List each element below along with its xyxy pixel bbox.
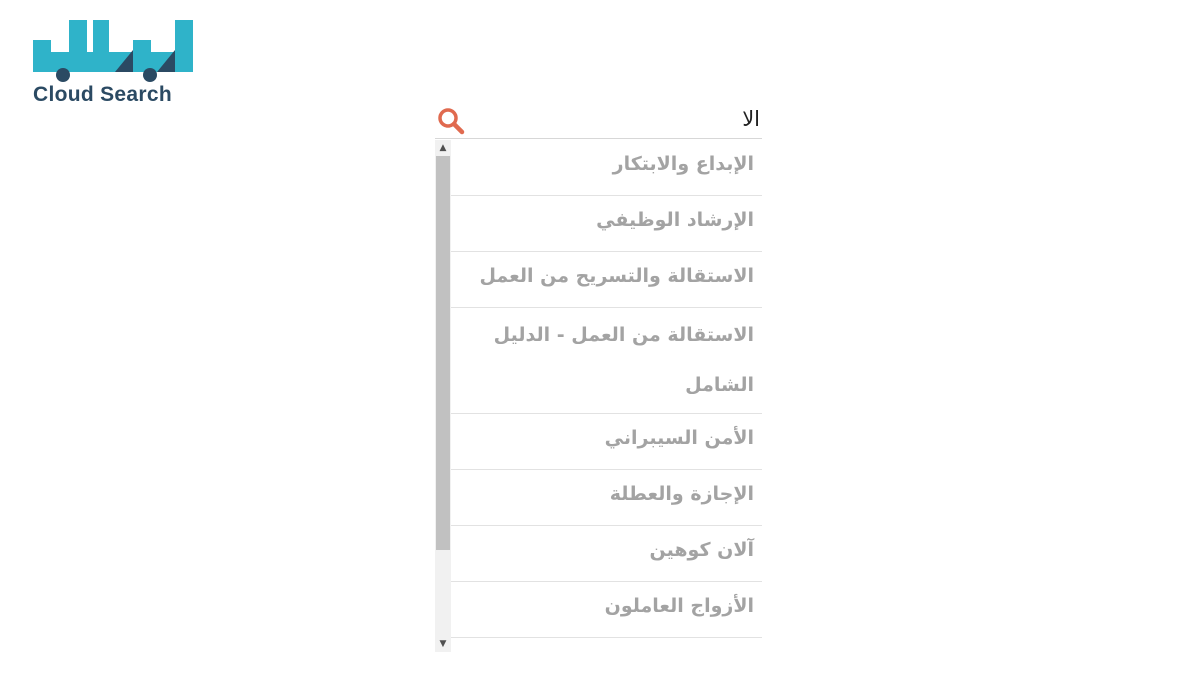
suggestion-item[interactable]: الأمن السيبراني — [451, 414, 762, 470]
suggestion-item[interactable]: آلان كوهين — [451, 526, 762, 582]
suggestion-item[interactable]: الاستقالة من العمل - الدليل الشامل — [451, 308, 762, 414]
search-icon[interactable] — [437, 107, 465, 135]
scroll-down-arrow-icon[interactable]: ▼ — [435, 636, 451, 652]
suggestion-item[interactable]: الأزواج العاملون — [451, 582, 762, 638]
brand-logo[interactable]: Cloud Search — [33, 20, 193, 110]
search-bar — [435, 100, 762, 139]
logo-text: Cloud Search — [33, 83, 172, 106]
autocomplete-dropdown: ▲ ▼ الإبداع والابتكار الإرشاد الوظيفي ال… — [435, 140, 762, 652]
suggestion-list: الإبداع والابتكار الإرشاد الوظيفي الاستق… — [451, 140, 762, 652]
scrollbar[interactable]: ▲ ▼ — [435, 140, 451, 652]
search-input[interactable] — [480, 103, 762, 135]
scroll-up-arrow-icon[interactable]: ▲ — [435, 140, 451, 156]
scroll-thumb[interactable] — [436, 156, 450, 550]
suggestion-item[interactable]: الإرشاد الوظيفي — [451, 196, 762, 252]
suggestion-item[interactable]: الإجازة والعطلة — [451, 470, 762, 526]
suggestion-item[interactable]: الاستقالة والتسريح من العمل — [451, 252, 762, 308]
logo-mark-icon — [33, 20, 193, 82]
suggestion-item[interactable]: الإبداع والابتكار — [451, 140, 762, 196]
